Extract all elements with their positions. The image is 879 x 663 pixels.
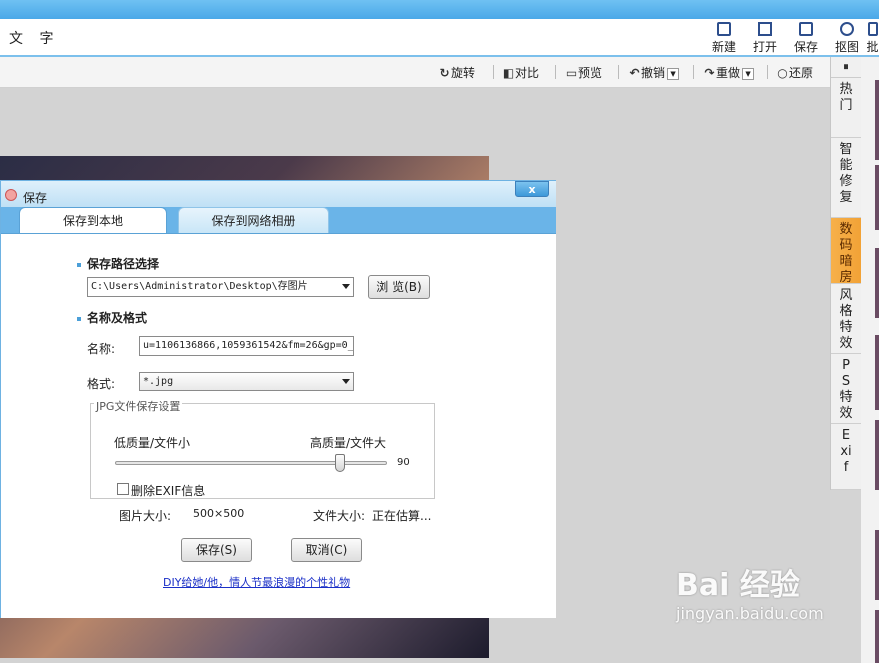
file-name-input[interactable]: u=1106136866,1059361542&fm=26&gp=0_ [139,336,354,356]
restore-icon: ○ [777,66,788,80]
tab-save-local[interactable]: 保存到本地 [19,207,167,233]
format-select[interactable]: *.jpg [139,372,354,391]
save-path-select[interactable]: C:\Users\Administrator\Desktop\存图片 [87,277,354,297]
compare-icon: ◧ [502,66,515,80]
close-button[interactable]: x [515,181,549,197]
preview-icon: ▭ [565,66,578,80]
path-section-title: 保存路径选择 [77,255,159,272]
image-size-label: 图片大小: [119,509,172,523]
bullet-icon [77,262,81,267]
name-label: 名称: [87,342,116,356]
batch-button[interactable]: 批 [866,22,879,55]
toolbar-divider [618,65,619,79]
app-logo-icon [5,189,17,201]
edit-toolbar: ↻旋转 ◧对比 ▭预览 ↶撤销 ▼ ↷重做 ▼ ○还原 [0,57,830,88]
quality-value: 90 [397,457,410,468]
bullet-icon [77,316,81,321]
compare-button[interactable]: ◧对比 [502,64,539,81]
quality-high-label: 高质量/文件大 [310,436,387,450]
dialog-title: 保存 [23,191,48,205]
redo-dropdown-icon[interactable]: ▼ [742,67,755,80]
remove-exif-checkbox[interactable] [117,483,129,495]
restore-button[interactable]: ○还原 [776,64,813,81]
watermark-url: jingyan.baidu.com [676,604,824,623]
thumbnail[interactable] [875,610,879,663]
right-side-panel: ⏸ 热门 智能修复 数码暗房 风格特效 PS特效 Exif [830,57,862,490]
tab-smart-repair[interactable]: 智能修复 [831,138,861,218]
thumbnail[interactable] [875,165,879,230]
dialog-body: 保存路径选择 C:\Users\Administrator\Desktop\存图… [1,233,556,618]
toolbar-divider [693,65,694,79]
quality-slider-handle[interactable] [334,454,345,472]
title-bar [0,0,879,19]
menu-bar: 文 字 新建 打开 保存 抠图 批 [0,19,879,57]
save-dialog: 保存 x 保存到本地 保存到网络相册 保存路径选择 C:\Users\Admin… [0,180,556,618]
toolbar-divider [767,65,768,79]
toolbar-divider [493,65,494,79]
new-button[interactable]: 新建 [704,22,744,55]
cancel-button[interactable]: 取消(C) [291,538,362,562]
promo-link[interactable]: DIY给她/他，情人节最浪漫的个性礼物 [163,574,350,590]
watermark-logo: Bai 经验 [676,568,800,603]
dialog-tabs: 保存到本地 保存到网络相册 [1,207,556,233]
image-size-value: 500×500 [193,507,245,520]
thumbnail[interactable] [875,530,879,600]
redo-button[interactable]: ↷重做 ▼ [703,64,755,81]
baidu-watermark: Bai 经验 jingyan.baidu.com [676,560,824,623]
rotate-button[interactable]: ↻旋转 [438,64,475,81]
save-top-button[interactable]: 保存 [786,22,826,55]
toolbar-divider [555,65,556,79]
quality-low-label: 低质量/文件小 [114,436,191,450]
panel-toggle-icon[interactable]: ⏸ [831,57,861,78]
preview-button[interactable]: ▭预览 [565,64,602,81]
file-size-value: 正在估算... [372,509,432,523]
format-label: 格式: [87,377,116,391]
jpg-settings-title: JPG文件保存设置 [94,398,183,414]
menu-text[interactable]: 文 字 [9,28,59,48]
chevron-down-icon [342,284,350,289]
save-icon [799,22,813,36]
new-file-icon [717,22,731,36]
open-button[interactable]: 打开 [745,22,785,55]
tab-hot[interactable]: 热门 [831,78,861,138]
undo-button[interactable]: ↶撤销 ▼ [628,64,680,81]
chevron-down-icon [342,379,350,384]
redo-icon: ↷ [704,66,715,80]
tab-save-online-album[interactable]: 保存到网络相册 [178,207,329,233]
batch-icon [867,22,878,36]
thumbnail[interactable] [875,420,879,490]
remove-exif-label: 删除EXIF信息 [131,484,206,498]
thumbnail[interactable] [875,335,879,410]
thumbnail[interactable] [875,248,879,318]
save-button[interactable]: 保存(S) [181,538,252,562]
quality-slider-track[interactable] [115,461,387,465]
folder-icon [758,22,772,36]
dialog-title-bar[interactable]: 保存 x [1,181,556,207]
browse-button[interactable]: 浏 览(B) [368,275,430,299]
tab-exif[interactable]: Exif [831,424,861,490]
thumbnail[interactable] [875,80,879,160]
tab-digital-darkroom[interactable]: 数码暗房 [831,218,861,285]
name-section-title: 名称及格式 [77,309,147,326]
undo-dropdown-icon[interactable]: ▼ [667,67,680,80]
cutout-icon [840,22,854,36]
file-size-label: 文件大小: [313,509,366,523]
cutout-button[interactable]: 抠图 [827,22,867,55]
rotate-icon: ↻ [439,66,450,80]
undo-icon: ↶ [629,66,640,80]
tab-ps-effects[interactable]: PS特效 [831,354,861,424]
tab-style-effects[interactable]: 风格特效 [831,284,861,354]
